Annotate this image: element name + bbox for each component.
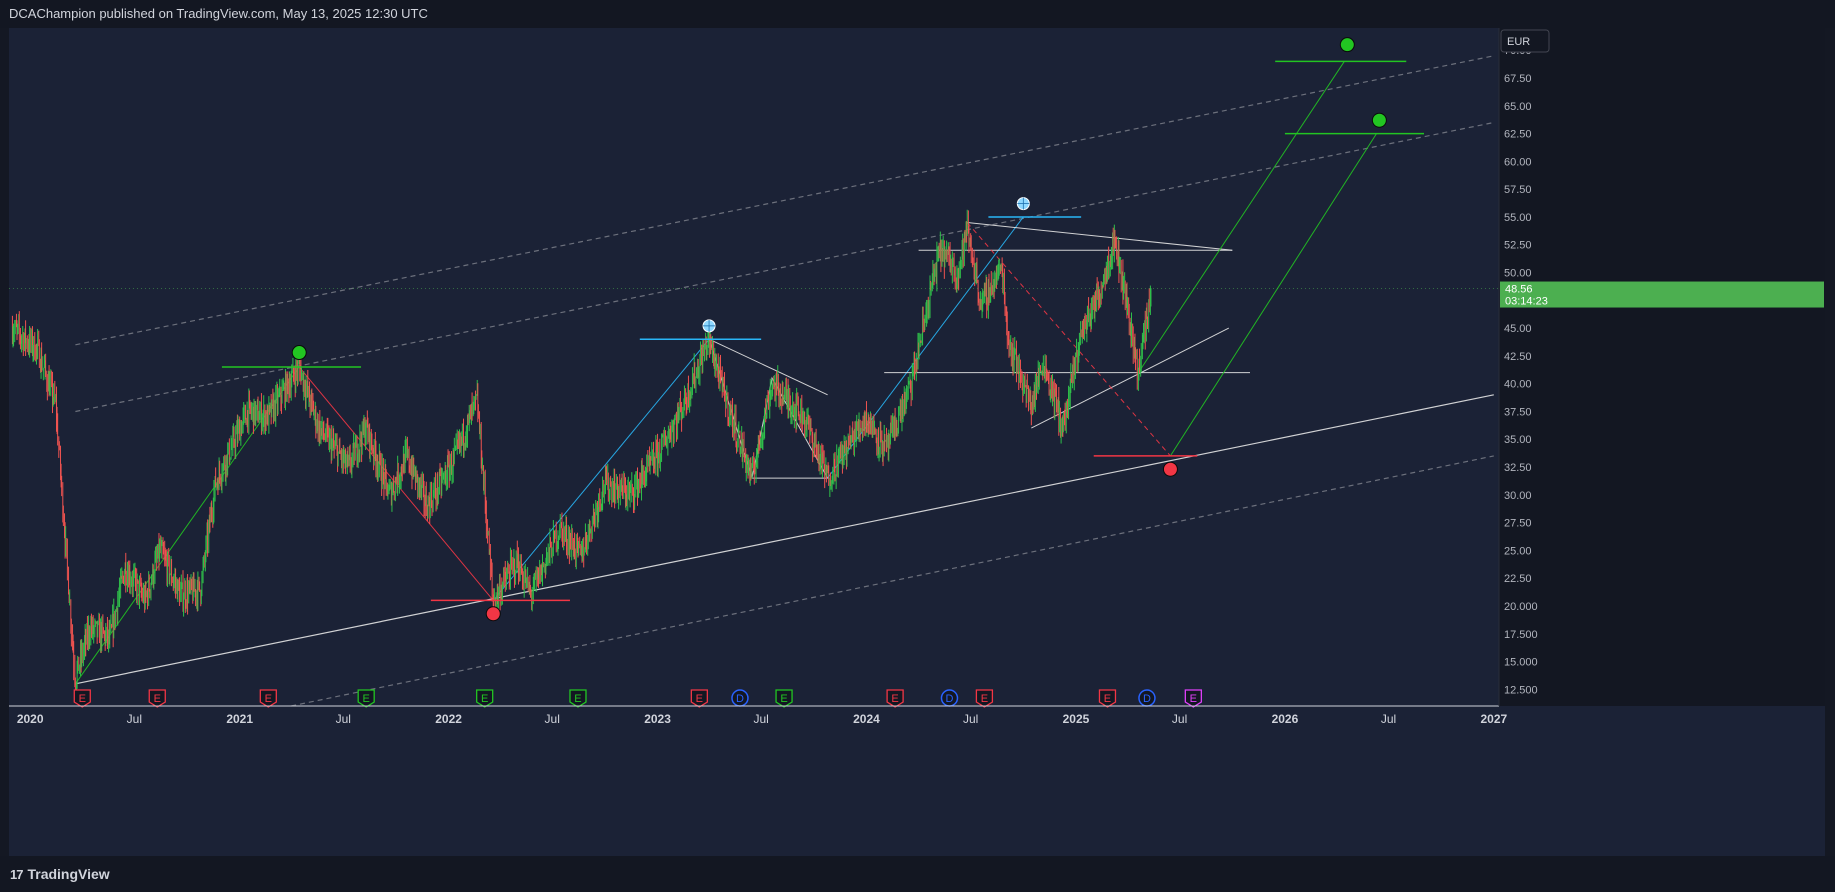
x-tick-label: Jul bbox=[1172, 712, 1187, 726]
currency-label: EUR bbox=[1507, 36, 1530, 48]
event-label: D bbox=[946, 693, 954, 705]
y-tick-label: 22.50 bbox=[1504, 573, 1532, 585]
event-label: E bbox=[1104, 693, 1111, 705]
y-tick-label: 57.50 bbox=[1504, 184, 1532, 196]
y-tick-label: 42.50 bbox=[1504, 351, 1532, 363]
plot-area: EEEEEEEDEEDEEDE bbox=[9, 28, 1499, 708]
globe-icon bbox=[702, 319, 716, 333]
event-label: E bbox=[481, 693, 488, 705]
brand-label: TradingView bbox=[27, 866, 110, 882]
event-label: E bbox=[1190, 693, 1197, 705]
green-circle-marker bbox=[1339, 37, 1355, 53]
y-tick-label: 20.000 bbox=[1504, 601, 1538, 613]
y-tick-label: 12.500 bbox=[1504, 684, 1538, 696]
x-tick-label: Jul bbox=[753, 712, 768, 726]
y-tick-label: 45.00 bbox=[1504, 323, 1532, 335]
x-tick-label: Jul bbox=[127, 712, 142, 726]
x-tick-label: Jul bbox=[1381, 712, 1396, 726]
x-tick-label: 2023 bbox=[644, 712, 671, 726]
x-tick-label: 2026 bbox=[1272, 712, 1299, 726]
y-tick-label: 15.000 bbox=[1504, 657, 1538, 669]
event-label: D bbox=[1143, 693, 1151, 705]
event-badge: D bbox=[940, 689, 959, 707]
y-tick-label: 35.00 bbox=[1504, 434, 1532, 446]
x-tick-label: 2025 bbox=[1063, 712, 1090, 726]
event-badge: D bbox=[1138, 689, 1156, 707]
red-circle-marker bbox=[1162, 461, 1178, 477]
bar-countdown: 03:14:23 bbox=[1505, 296, 1548, 308]
event-label: E bbox=[79, 693, 86, 705]
last-price-badge bbox=[1500, 281, 1824, 308]
y-axis-panel bbox=[1499, 28, 1825, 706]
green-circle-marker bbox=[1371, 112, 1387, 128]
event-label: E bbox=[574, 693, 581, 705]
publisher-header: DCAChampion published on TradingView.com… bbox=[0, 0, 1835, 28]
tradingview-logo-icon: 17 bbox=[10, 866, 24, 882]
x-tick-label: 2027 bbox=[1480, 712, 1507, 726]
event-label: D bbox=[736, 693, 744, 705]
x-tick-label: Jul bbox=[336, 712, 351, 726]
green-circle-marker bbox=[291, 345, 307, 361]
price-chart[interactable]: E E E E E E E D E E D E E D E 2020 Jul 2021 Jul 2022 Jul 2023… bbox=[9, 28, 1825, 856]
red-circle-marker bbox=[485, 606, 501, 622]
chart-area[interactable]: E E E E E E E D E E D E E D E 2020 Jul 2021 Jul 2022 Jul 2023… bbox=[9, 28, 1825, 856]
y-tick-label: 27.50 bbox=[1504, 518, 1532, 530]
event-label: E bbox=[981, 693, 988, 705]
y-tick-label: 60.00 bbox=[1504, 156, 1532, 168]
event-label: E bbox=[154, 693, 161, 705]
y-tick-label: 25.00 bbox=[1504, 545, 1532, 557]
y-tick-label: 52.50 bbox=[1504, 240, 1532, 252]
x-tick-label: Jul bbox=[545, 712, 560, 726]
x-tick-label: Jul bbox=[963, 712, 978, 726]
x-tick-label: 2024 bbox=[853, 712, 880, 726]
y-tick-label: 50.00 bbox=[1504, 268, 1532, 280]
footer-bar bbox=[0, 856, 1835, 892]
y-tick-label: 40.00 bbox=[1504, 379, 1532, 391]
y-tick-label: 62.50 bbox=[1504, 129, 1532, 141]
event-label: E bbox=[891, 693, 898, 705]
event-label: E bbox=[780, 693, 787, 705]
y-tick-label: 32.50 bbox=[1504, 462, 1532, 474]
y-tick-label: 65.00 bbox=[1504, 101, 1532, 113]
event-badge: D bbox=[731, 689, 749, 707]
event-label: E bbox=[696, 693, 703, 705]
last-price: 48.56 bbox=[1505, 284, 1533, 296]
x-tick-label: 2021 bbox=[226, 712, 253, 726]
y-tick-label: 67.50 bbox=[1504, 73, 1532, 85]
y-tick-label: 17.500 bbox=[1504, 629, 1538, 641]
globe-icon bbox=[1016, 197, 1030, 211]
x-tick-label: 2020 bbox=[17, 712, 44, 726]
event-label: E bbox=[265, 693, 272, 705]
y-tick-label: 30.00 bbox=[1504, 490, 1532, 502]
tradingview-brand[interactable]: 17 TradingView bbox=[10, 866, 110, 882]
y-tick-label: 55.00 bbox=[1504, 212, 1532, 224]
y-tick-label: 37.50 bbox=[1504, 406, 1532, 418]
x-tick-label: 2022 bbox=[435, 712, 462, 726]
event-label: E bbox=[363, 693, 370, 705]
